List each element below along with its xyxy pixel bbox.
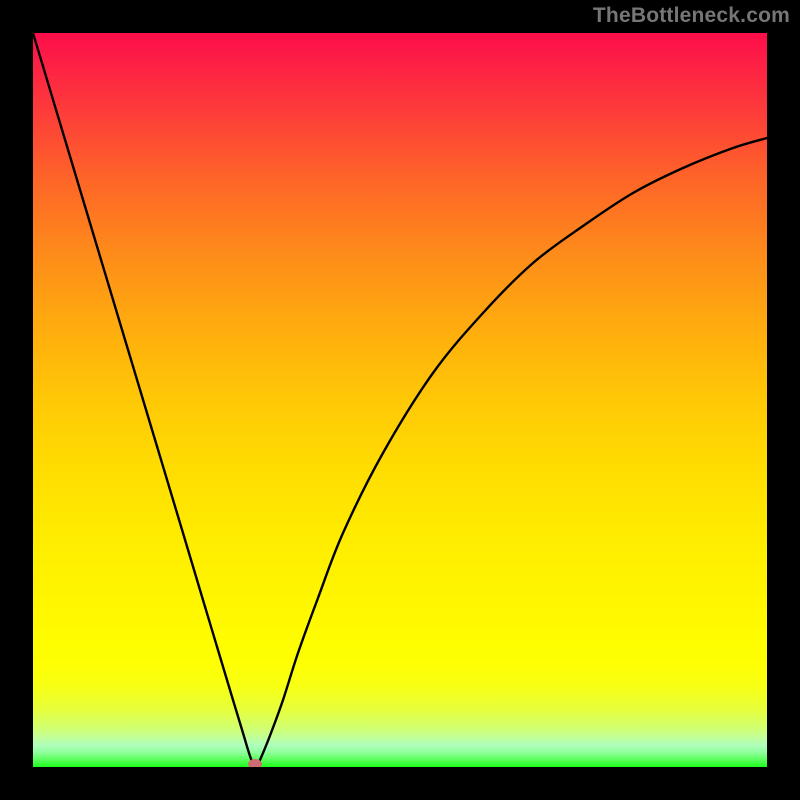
min-marker — [248, 759, 262, 767]
curve-svg — [33, 33, 767, 767]
chart-frame: TheBottleneck.com — [0, 0, 800, 800]
watermark-text: TheBottleneck.com — [593, 4, 790, 28]
plot-area — [33, 33, 767, 767]
bottleneck-curve-path — [33, 33, 767, 767]
